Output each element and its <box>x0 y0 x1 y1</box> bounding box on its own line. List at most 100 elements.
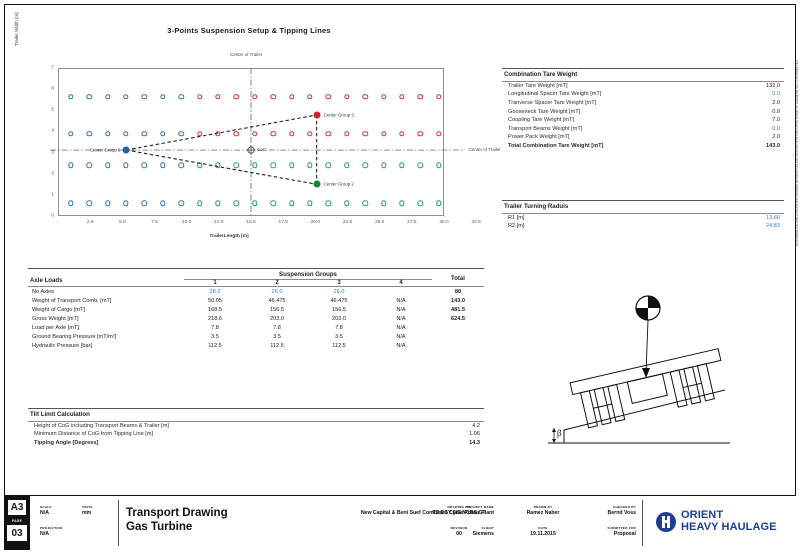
drawn-by-key: DRAWN BY <box>533 505 553 509</box>
chart-x-axis-label: TrailerLength [m] <box>209 234 249 239</box>
row-value: 0.0 <box>772 108 780 115</box>
row-cell: 3.5 <box>211 333 219 340</box>
tilt-rows: Height of CoG including Transport Beams … <box>28 422 484 448</box>
projection-key: PROJECTION <box>40 526 63 530</box>
chart-x-tick: 25.0 <box>374 220 385 225</box>
sheet-size-block: A3 PAGE 03 <box>4 496 30 550</box>
axle-column-header: 3 <box>337 280 341 286</box>
row-cell: N/A <box>396 306 406 313</box>
center-of-trailer-right-label: Center of Trailer <box>468 147 501 153</box>
cog-label: CoG <box>257 147 267 153</box>
row-label: Gooseneck Tare Weight [mT] <box>508 108 581 115</box>
row-label: Coupling Tare Weight [mT] <box>508 117 575 124</box>
revision-field: REVISION 00 <box>404 526 514 537</box>
row-value: 1.06 <box>469 431 480 438</box>
tilt-angle-sketch: β <box>520 278 784 473</box>
table-row: Tipping Angle [Degrees] 14.3 <box>28 439 484 448</box>
row-label: Power Pack Weight [mT] <box>508 134 570 141</box>
axle-column-header: 1 <box>213 280 217 286</box>
chart-y-axis-label: Trailer Width [m] <box>14 12 19 46</box>
tilt-sketch-svg: β <box>548 295 730 444</box>
axle-column-header: 4 <box>399 280 403 286</box>
chart-plot-area: Trailer Width [m] TrailerLength [m] 0 1 2 3… <box>14 12 501 246</box>
row-label: Transport Beams Weight [mT] <box>508 125 583 132</box>
page-key-label: PAGE <box>12 519 22 523</box>
title-block-divider-left <box>118 500 119 546</box>
row-cell: 26.0 <box>271 288 283 295</box>
company-name: ORIENT HEAVY HAULAGE <box>681 509 777 534</box>
edge-copyright-note: THIS DRAWING IS THE PROPERTY OF ORIENT H… <box>795 60 798 247</box>
checked-by-field: CHECKED BY Bernd Voss <box>574 505 636 516</box>
chart-title: 3-Points Suspension Setup & Tipping Line… <box>167 26 331 35</box>
row-cell: 46.475 <box>268 297 286 304</box>
title-block-divider-right <box>642 500 643 546</box>
row-cell: 112.5 <box>208 342 222 349</box>
center-group-marker <box>313 180 321 188</box>
row-label: Height of CoG including Transport Beams … <box>34 422 169 429</box>
drawing-no-key: DRAWING NO <box>447 505 471 509</box>
drawn-by-field: DRAWN BY Ramez Naber <box>509 505 577 516</box>
chart-x-tick: 2.5 <box>86 220 94 225</box>
row-label: Hydraulic Pressure [bar] <box>32 342 92 349</box>
row-cell: 156.5 <box>270 306 284 313</box>
chart-x-tick: 27.5 <box>407 220 417 225</box>
row-cell: 7.8 <box>211 324 219 331</box>
row-cell: 203.0 <box>270 315 284 322</box>
scale-field: SCALE N/A <box>40 505 52 516</box>
table-row: Weight of Transport Comb. [mT] 50.05 46.47… <box>28 296 484 305</box>
chart-y-tick: 1 <box>51 192 54 198</box>
row-value: 4.2 <box>472 422 480 429</box>
row-label: Ground Bearing Pressure [mT/m²] <box>32 333 117 340</box>
center-group-marker <box>313 111 321 119</box>
projection-field: PROJECTION N/A <box>40 526 63 537</box>
row-value: 13.66 <box>766 214 780 221</box>
chart-x-tick: 20.0 <box>310 220 320 225</box>
orient-logo-icon <box>656 511 676 532</box>
row-label: Load per Axle [mT] <box>32 324 79 331</box>
scale-value: N/A <box>40 509 49 516</box>
row-value: 0.0 <box>772 91 780 98</box>
row-label: R2 [m] <box>508 223 525 230</box>
tare-heading: Combination Tare Weight <box>504 71 578 78</box>
row-label: R1 [m] <box>508 214 525 221</box>
table-row: Total Combination Tare Weight [mT] 143.0 <box>502 142 784 151</box>
row-total: 624.5 <box>451 315 465 322</box>
row-label: Trailer Tare Weight [mT] <box>508 82 568 89</box>
date-value: 19.11.2015 <box>530 530 556 537</box>
row-value: 132.0 <box>766 82 780 89</box>
chart-x-tick: 7.5 <box>151 220 158 225</box>
axle-column-headers: 1 2 3 4 <box>184 280 432 286</box>
page-number: 03 <box>7 525 27 541</box>
chart-x-tick: 10.0 <box>181 220 192 225</box>
date-key: DATE <box>538 526 548 530</box>
row-value: 14.3 <box>469 439 480 446</box>
row-value: 7.0 <box>772 117 780 124</box>
units-key: UNITS <box>82 505 93 509</box>
row-total: 143.0 <box>451 297 465 304</box>
table-row: Gross Weight [mT] 218.6 203.0 203.0 N/A 624.5 <box>28 314 484 323</box>
deck-center-box <box>626 373 668 404</box>
table-row: Load per Axle [mT] 7.8 7.8 7.8 N/A <box>28 323 484 332</box>
row-cell: 203.0 <box>332 315 346 322</box>
row-cell: 3.5 <box>273 333 281 340</box>
trailer-turning-radius-table: Trailer Turning Raduis R1 [m] 13.66 R2 [m]… <box>502 200 784 231</box>
chart-x-tick: - <box>57 220 59 225</box>
cog-symbol <box>635 295 661 321</box>
row-cell: 28.0 <box>209 288 221 295</box>
checked-by-key: CHECKED BY <box>613 505 636 509</box>
tilt-heading: Tilt Limit Calculation <box>30 411 90 418</box>
row-value: 143.0 <box>766 142 780 149</box>
row-label: Gross Weight [mT] <box>32 315 79 322</box>
table-row: Coupling Tare Weight [mT] 7.0 <box>502 116 784 125</box>
angle-arrow-head-top <box>552 428 556 432</box>
row-total: 80 <box>454 288 462 295</box>
row-label: Weight of Transport Comb. [mT] <box>32 297 112 304</box>
row-value: 24.83 <box>766 223 780 230</box>
checked-by-value: Bernd Voss <box>607 509 636 516</box>
suspension-groups-header: Suspension Groups <box>279 271 337 278</box>
axle-column-header: 2 <box>275 280 279 286</box>
row-cell: 26.0 <box>333 288 345 295</box>
row-label: Tranverse Spacer Tare Weight [mT] <box>508 99 597 106</box>
drawing-no-field: DRAWING NO TD.EGY.SIE.NCBS.GT <box>404 505 514 516</box>
table-row: No Axles 28.0 26.0 26.0 80 <box>28 287 484 296</box>
